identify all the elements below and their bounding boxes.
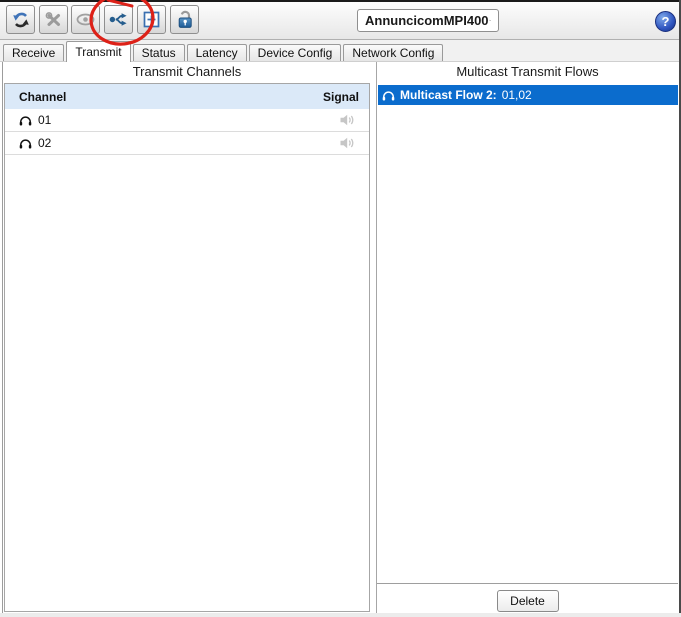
tab-device-config[interactable]: Device Config <box>249 44 342 61</box>
toolbar: AnnuncicomMPI400 ? <box>0 2 679 40</box>
lock-button[interactable] <box>170 5 199 34</box>
flow-label: Multicast Flow 2: <box>400 88 497 102</box>
button-area-divider <box>377 583 678 584</box>
channel-row-01[interactable]: 01 <box>5 109 369 132</box>
flow-channels: 01,02 <box>502 88 532 102</box>
channel-label: 01 <box>38 113 51 127</box>
help-icon: ? <box>662 14 670 29</box>
tab-transmit[interactable]: Transmit <box>66 41 130 62</box>
device-selector[interactable]: AnnuncicomMPI400 <box>357 9 499 32</box>
delete-button[interactable]: Delete <box>497 590 559 612</box>
speaker-icon <box>340 137 355 149</box>
speaker-icon <box>340 114 355 126</box>
multicast-config-button[interactable] <box>104 5 133 34</box>
help-button[interactable]: ? <box>655 11 676 32</box>
flows-list: Multicast Flow 2: 01,02 <box>378 85 678 105</box>
transmit-channels-panel: Transmit Channels Channel Signal 01 <box>2 62 371 613</box>
lock-icon <box>176 10 194 29</box>
refresh-button[interactable] <box>6 5 35 34</box>
channel-label: 02 <box>38 136 51 150</box>
channels-table: Channel Signal 01 <box>4 83 370 612</box>
multicast-flows-panel: Multicast Transmit Flows Multicast Flow … <box>376 62 678 613</box>
tab-receive[interactable]: Receive <box>3 44 64 61</box>
column-header-channel: Channel <box>5 90 66 104</box>
tab-latency[interactable]: Latency <box>187 44 247 61</box>
app-window: AnnuncicomMPI400 ? Receive Transmit Stat… <box>0 0 681 617</box>
multicast-icon <box>109 12 128 27</box>
headphone-icon <box>382 90 395 101</box>
refresh-icon <box>12 11 30 29</box>
channels-table-header: Channel Signal <box>5 84 369 109</box>
headphone-icon <box>19 115 32 126</box>
column-header-signal: Signal <box>323 90 369 104</box>
transmit-channels-title: Transmit Channels <box>3 62 371 79</box>
headphone-icon <box>19 138 32 149</box>
chevron-down-icon <box>489 17 491 24</box>
tools-icon <box>45 11 62 28</box>
window-bottom-edge <box>0 613 681 617</box>
tools-button <box>39 5 68 34</box>
tab-network-config[interactable]: Network Config <box>343 44 443 61</box>
eye-icon <box>76 13 95 26</box>
multicast-flows-title: Multicast Transmit Flows <box>377 62 678 79</box>
flow-row-multicast-2[interactable]: Multicast Flow 2: 01,02 <box>378 85 678 105</box>
channel-row-02[interactable]: 02 <box>5 132 369 155</box>
add-button[interactable] <box>137 5 166 34</box>
main-content: Transmit Channels Channel Signal 01 <box>0 62 679 613</box>
device-selector-value: AnnuncicomMPI400 <box>365 13 489 28</box>
add-icon <box>142 10 161 29</box>
eye-button <box>71 5 100 34</box>
tab-status[interactable]: Status <box>133 44 185 61</box>
tab-bar: Receive Transmit Status Latency Device C… <box>0 40 679 62</box>
